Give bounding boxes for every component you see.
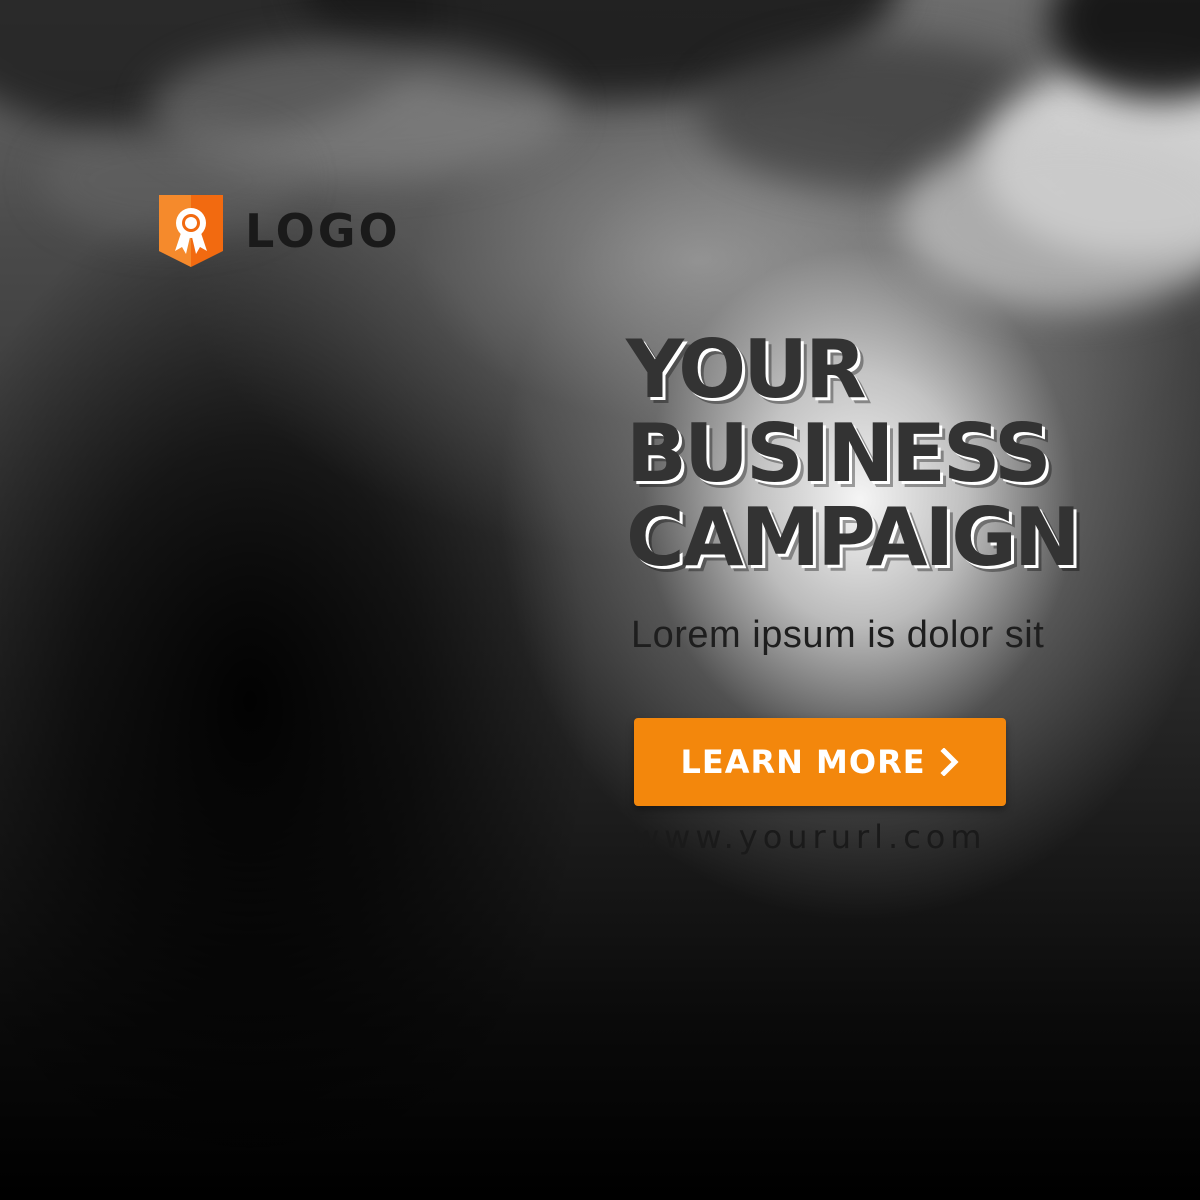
learn-more-label: LEARN MORE <box>680 743 926 781</box>
ad-banner: LOGO YOUR BUSINESS CAMPAIGN Lorem ipsum … <box>0 0 1200 1200</box>
award-ribbon-icon <box>159 195 223 267</box>
headline: YOUR BUSINESS CAMPAIGN <box>626 323 1081 584</box>
logo-text: LOGO <box>245 204 401 258</box>
brand-logo: LOGO <box>159 195 401 267</box>
subtitle: Lorem ipsum is dolor sit <box>631 614 1045 656</box>
headline-line-2: BUSINESS <box>626 407 1052 500</box>
headline-line-1: YOUR <box>626 323 867 416</box>
chevron-right-icon <box>940 748 959 776</box>
learn-more-button[interactable]: LEARN MORE <box>634 718 1006 806</box>
website-url[interactable]: www.yoururl.com <box>633 818 987 856</box>
headline-line-3: CAMPAIGN <box>626 491 1081 584</box>
